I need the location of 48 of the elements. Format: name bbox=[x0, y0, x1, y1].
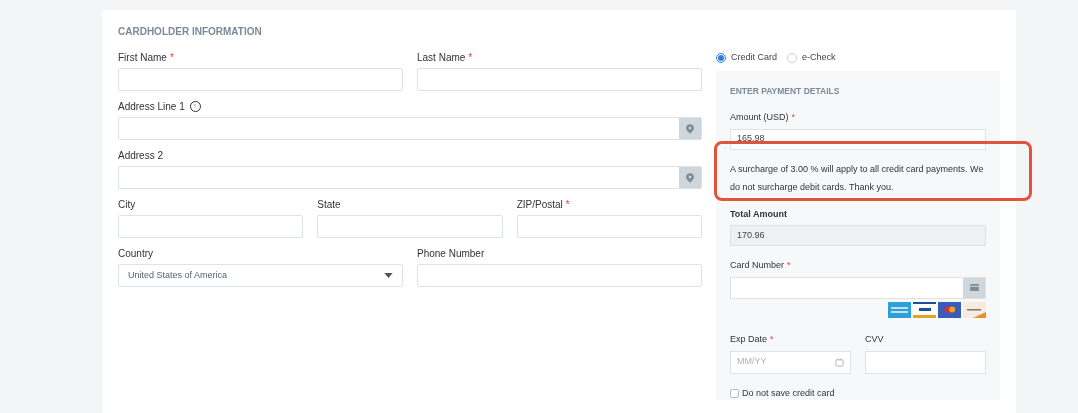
section-heading: CARDHOLDER INFORMATION bbox=[118, 25, 263, 39]
amount-field[interactable]: 165.98 bbox=[730, 128, 986, 150]
required-marker: * bbox=[787, 259, 791, 273]
section-heading: ENTER PAYMENT DETAILS bbox=[730, 85, 841, 97]
input-field[interactable] bbox=[118, 215, 304, 238]
field-label: Address Line 1 bbox=[118, 99, 185, 114]
country-select[interactable]: United States of America bbox=[118, 264, 403, 287]
field-label: CVV bbox=[865, 332, 884, 346]
save-card-checkbox[interactable]: Do not save credit card bbox=[730, 386, 986, 400]
input-field[interactable] bbox=[118, 166, 702, 189]
field-label: Country bbox=[118, 246, 153, 261]
input-field[interactable] bbox=[417, 68, 702, 91]
credit-card-icon[interactable] bbox=[963, 277, 985, 298]
surcharge-notice: A surcharge of 3.00 % will apply to all credit card payments. We do not surcharge debit cards. Thank you. bbox=[730, 162, 985, 194]
location-pin-icon[interactable] bbox=[679, 167, 701, 188]
required-marker: * bbox=[565, 197, 570, 212]
input-field[interactable] bbox=[317, 215, 503, 238]
caret-icon bbox=[384, 273, 393, 278]
field-label: Card Number bbox=[730, 259, 785, 273]
field-label: State bbox=[317, 197, 341, 212]
location-pin-icon[interactable] bbox=[679, 118, 701, 139]
total-field: 170.96 bbox=[730, 225, 986, 247]
radio-option[interactable]: Credit Card bbox=[716, 51, 777, 65]
card-number-field[interactable] bbox=[730, 276, 986, 299]
field-label: First Name bbox=[118, 50, 167, 65]
field-label: Exp Date bbox=[730, 332, 768, 346]
field-label: Total Amount bbox=[730, 207, 787, 221]
input-field[interactable] bbox=[118, 68, 403, 91]
required-marker: * bbox=[770, 332, 774, 346]
cvv-field[interactable] bbox=[865, 350, 986, 374]
mastercard-icon bbox=[938, 301, 961, 318]
required-marker: * bbox=[169, 50, 174, 65]
input-field[interactable] bbox=[118, 117, 702, 140]
radio-option[interactable]: e-Check bbox=[787, 51, 836, 65]
field-label: Address 2 bbox=[118, 148, 164, 163]
field-label: Phone Number bbox=[417, 246, 485, 261]
required-marker: * bbox=[468, 50, 473, 65]
field-label: City bbox=[118, 197, 136, 212]
field-label: ZIP/Postal bbox=[516, 197, 563, 212]
visa-card-icon bbox=[913, 301, 936, 318]
input-field[interactable] bbox=[417, 264, 702, 287]
input-field[interactable] bbox=[516, 215, 702, 238]
required-marker: * bbox=[791, 111, 796, 124]
field-label: Last Name bbox=[417, 50, 466, 65]
field-label: Amount (USD) bbox=[730, 111, 789, 124]
calendar-icon bbox=[835, 357, 844, 367]
amex-card-icon bbox=[888, 301, 911, 318]
discover-card-icon bbox=[963, 301, 986, 318]
